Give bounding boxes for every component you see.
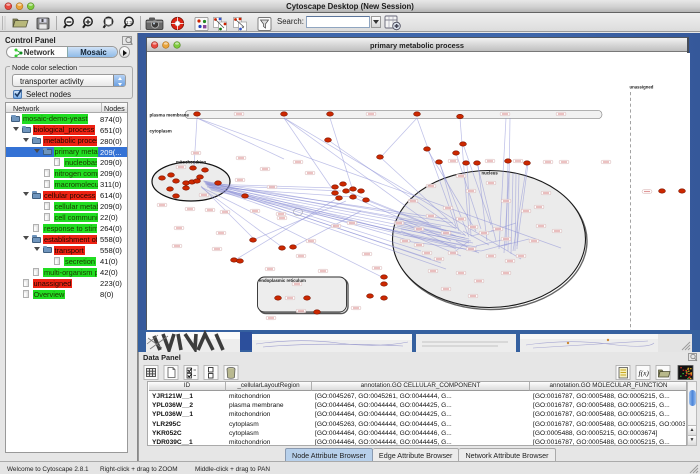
svg-text:cytoplasm: cytoplasm [150, 129, 172, 134]
svg-text:nucleus: nucleus [482, 170, 499, 175]
svg-text:plasma membrane: plasma membrane [150, 112, 190, 117]
svg-text:unassigned: unassigned [630, 84, 654, 89]
svg-text:f(x): f(x) [639, 369, 650, 378]
svg-text:1:1: 1:1 [126, 20, 133, 25]
svg-text:mitochondrion: mitochondrion [176, 160, 206, 165]
